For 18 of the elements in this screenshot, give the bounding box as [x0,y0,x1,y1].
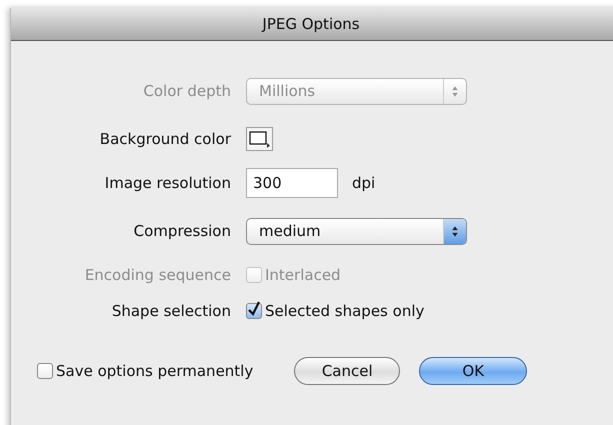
checkbox-option[interactable]: Selected shapes only [246,302,424,320]
stepper-icon [443,218,466,244]
window-title: JPEG Options [262,15,360,33]
field-label: Compression [132,222,232,240]
ok-button[interactable]: OK [419,357,528,385]
checkbox-option[interactable]: Save options permanently [37,362,254,380]
field-label: Image resolution [104,174,232,192]
checkbox[interactable] [37,363,53,379]
field-label: Encoding sequence [84,266,232,284]
unit-label: dpi [352,174,376,192]
cancel-button[interactable]: Cancel [294,357,400,385]
field-label: Color depth [142,82,232,100]
color-well[interactable] [246,127,273,151]
resolution-field[interactable]: 300 [246,168,338,198]
field-label: Background color [98,130,232,148]
checkbox[interactable] [246,303,262,319]
field-label: Shape selection [110,302,232,320]
popup-menu[interactable]: medium [246,218,467,244]
